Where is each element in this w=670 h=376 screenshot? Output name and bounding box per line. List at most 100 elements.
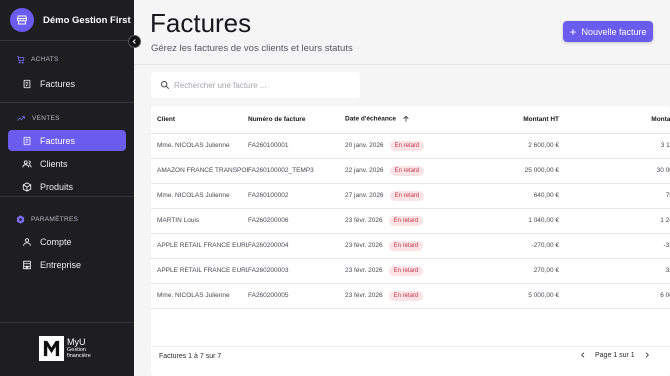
sidebar-item-label: Factures <box>40 135 76 146</box>
chevron-left-icon <box>132 39 136 44</box>
col-header-ttc[interactable]: Montant TTC <box>561 106 670 134</box>
table-footer-divider <box>151 346 670 347</box>
cell-number: FA260100002_TEMP3 <box>248 158 345 184</box>
cell-client: MARTIN Louis <box>151 208 248 234</box>
sidebar-item-label: Entreprise <box>40 259 82 270</box>
due-date: 27 janv. 2026 <box>345 191 384 199</box>
table-header-row: Client Numéro de facture Date d'échéance… <box>151 106 670 134</box>
search-input[interactable] <box>174 80 354 90</box>
col-header-ht[interactable]: Montant HT <box>443 106 561 134</box>
section-parametres: PARAMÈTRES <box>0 212 134 226</box>
cell-due: 23 févr. 2026 En retard <box>345 283 443 309</box>
invoices-table-card: Client Numéro de facture Date d'échéance… <box>151 106 670 376</box>
cell-due: 23 févr. 2026 En retard <box>345 258 443 284</box>
cell-ttc: 6 000,00 € <box>561 283 670 309</box>
col-header-client[interactable]: Client <box>151 106 248 134</box>
table-row[interactable]: Mme. NICOLAS Julienne FA260100002 27 janv.… <box>151 183 670 209</box>
brand-sub: financière <box>67 353 91 359</box>
collapse-sidebar-button[interactable] <box>128 35 141 48</box>
status-badge: En retard <box>388 265 424 276</box>
user-icon <box>23 237 31 246</box>
cell-number: FA260200003 <box>248 258 345 284</box>
search-icon <box>160 80 170 90</box>
sidebar-item-label: Factures <box>40 78 76 89</box>
new-invoice-button[interactable]: + Nouvelle facture <box>563 21 653 42</box>
col-header-number[interactable]: Numéro de facture <box>248 106 345 134</box>
box-icon <box>22 181 32 192</box>
due-date: 23 févr. 2026 <box>345 266 383 274</box>
invoices-table: Client Numéro de facture Date d'échéance… <box>151 106 670 309</box>
cell-ht: 25 000,00 € <box>443 158 561 184</box>
store-icon <box>10 8 34 32</box>
page-indicator: Page 1 sur 1 <box>595 351 635 359</box>
cell-due: 20 janv. 2026 En retard <box>345 133 443 159</box>
cell-due: 27 janv. 2026 En retard <box>345 183 443 209</box>
sidebar-item-produits[interactable]: Produits <box>8 176 126 197</box>
sort-arrow-up-icon[interactable] <box>402 115 410 123</box>
sidebar-item-entreprise[interactable]: Entreprise <box>8 254 126 275</box>
sidebar-item-achats-factures[interactable]: Factures <box>8 73 126 94</box>
col-header-due[interactable]: Date d'échéance <box>345 106 443 134</box>
cell-number: FA260200006 <box>248 208 345 234</box>
chevron-right-icon[interactable] <box>643 351 651 359</box>
settings-icon <box>16 214 25 224</box>
cell-ttc: -324,00 € <box>561 233 670 259</box>
section-label: ACHATS <box>31 55 59 63</box>
cell-due: 23 févr. 2026 En retard <box>345 233 443 259</box>
sidebar-item-label: Produits <box>40 181 74 192</box>
cell-ttc: 324,00 € <box>561 258 670 284</box>
new-invoice-label: Nouvelle facture <box>581 26 647 37</box>
due-date: 23 févr. 2026 <box>345 241 383 249</box>
cell-ht: 1 040,00 € <box>443 208 561 234</box>
app-title: Démo Gestion First <box>43 14 131 26</box>
section-label: VENTES <box>32 114 60 122</box>
divider <box>0 196 134 197</box>
status-badge: En retard <box>389 140 425 151</box>
brand-logo: MyU Gestion financière <box>39 336 91 361</box>
cell-client: Mme. NICOLAS Julienne <box>151 133 248 159</box>
invoice-icon <box>23 136 31 145</box>
cell-due: 22 janv. 2026 En retard <box>345 158 443 184</box>
section-label: PARAMÈTRES <box>31 215 79 223</box>
brand-text: MyU Gestion financière <box>67 337 91 360</box>
cell-ht: 640,00 € <box>443 183 561 209</box>
table-row[interactable]: Mme. NICOLAS Julienne FA260200005 23 févr.… <box>151 283 670 309</box>
plus-icon: + <box>569 24 577 39</box>
col-header-due-label: Date d'échéance <box>345 115 397 123</box>
sidebar-item-clients[interactable]: Clients <box>8 153 126 174</box>
chevron-left-icon[interactable] <box>579 351 587 359</box>
due-date: 20 janv. 2026 <box>345 141 384 149</box>
brand-name: MyU <box>67 337 86 347</box>
divider <box>0 102 134 103</box>
myu-logo-icon <box>39 336 64 361</box>
table-row[interactable]: APPLE RETAIL FRANCE EURL FA260200003 23 fé… <box>151 258 670 284</box>
cell-client: APPLE RETAIL FRANCE EURL <box>151 258 248 284</box>
cell-ttc: 3 110,00 € <box>561 133 670 159</box>
table-row[interactable]: MARTIN Louis FA260200006 23 févr. 2026 En r… <box>151 208 670 234</box>
search-box[interactable] <box>151 72 360 98</box>
cell-ht: -270,00 € <box>443 233 561 259</box>
invoice-icon <box>23 79 31 88</box>
table-row[interactable]: APPLE RETAIL FRANCE EURL FA260200004 23 fé… <box>151 233 670 259</box>
status-badge: En retard <box>389 190 425 201</box>
cell-ht: 2 600,00 € <box>443 133 561 159</box>
status-badge: En retard <box>388 215 424 226</box>
trend-up-icon <box>17 115 25 121</box>
building-icon <box>23 260 31 269</box>
table-row[interactable]: AMAZON FRANCE TRANSPORT SASFA260100002_T… <box>151 158 670 184</box>
due-date: 23 févr. 2026 <box>345 291 383 299</box>
header-divider <box>134 64 670 65</box>
table-row[interactable]: Mme. NICOLAS Julienne FA260100001 20 janv.… <box>151 133 670 159</box>
cell-ht: 5 000,00 € <box>443 283 561 309</box>
status-badge: En retard <box>388 290 424 301</box>
sidebar-item-label: Compte <box>40 236 72 247</box>
pagination: Page 1 sur 1 <box>579 351 651 359</box>
sidebar-item-ventes-factures[interactable]: Factures <box>8 130 126 151</box>
cell-client: AMAZON FRANCE TRANSPORT SAS <box>151 158 248 184</box>
users-icon <box>22 159 32 167</box>
cell-client: APPLE RETAIL FRANCE EURL <box>151 233 248 259</box>
cart-icon <box>17 55 25 63</box>
sidebar-item-compte[interactable]: Compte <box>8 231 126 252</box>
cell-ttc: 758,00 € <box>561 183 670 209</box>
cell-ttc: 30 000,00 € <box>561 158 670 184</box>
